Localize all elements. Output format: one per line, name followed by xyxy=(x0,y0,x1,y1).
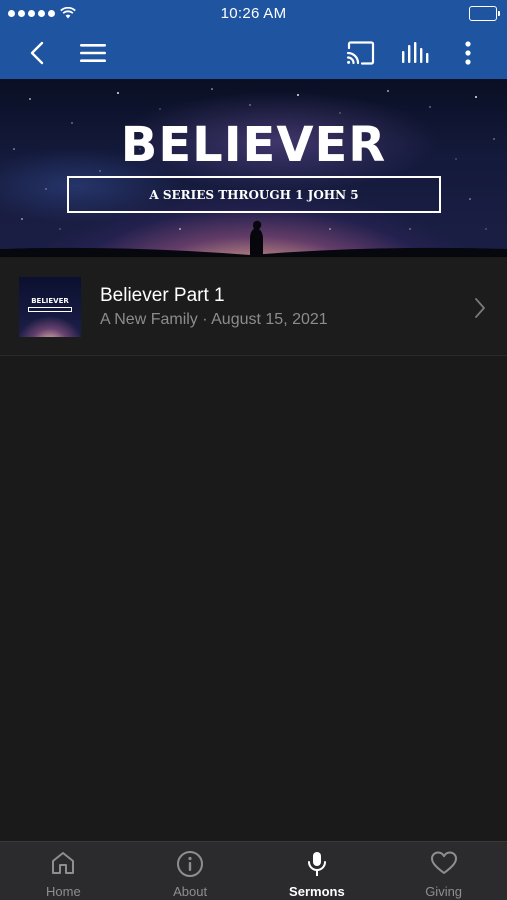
thumbnail-title: BELIEVER xyxy=(31,297,69,305)
status-bar: 10:26 AM xyxy=(0,0,507,27)
sermon-subtitle: A New Family · August 15, 2021 xyxy=(100,311,328,328)
chevron-right-icon xyxy=(475,298,485,318)
sermon-title: Believer Part 1 xyxy=(100,285,225,306)
audio-levels-icon xyxy=(402,42,429,63)
tab-about-label: About xyxy=(173,884,208,899)
more-button[interactable] xyxy=(456,27,480,79)
microphone-icon xyxy=(307,852,326,876)
tab-sermons[interactable]: Sermons xyxy=(254,842,381,900)
more-vertical-icon xyxy=(465,41,471,65)
hamburger-menu-icon xyxy=(80,44,106,62)
heart-icon xyxy=(430,851,457,874)
battery-icon xyxy=(469,6,500,21)
chevron-left-icon xyxy=(30,41,44,65)
tab-home-label: Home xyxy=(46,884,81,899)
tab-giving[interactable]: Giving xyxy=(380,842,507,900)
status-time: 10:26 AM xyxy=(220,5,287,22)
cast-icon xyxy=(346,41,375,65)
cast-button[interactable] xyxy=(344,27,378,79)
tab-home[interactable]: Home xyxy=(0,842,127,900)
tab-giving-label: Giving xyxy=(425,884,463,899)
tab-bar: Home About Sermons Giving xyxy=(0,841,507,900)
nav-bar xyxy=(0,27,507,79)
home-icon xyxy=(52,852,75,874)
back-button[interactable] xyxy=(22,27,52,79)
sermon-thumbnail: BELIEVER xyxy=(19,277,81,337)
series-title: BELIEVER xyxy=(120,117,387,173)
series-banner: BELIEVER A SERIES THROUGH 1 JOHN 5 xyxy=(0,79,507,257)
sermon-list-item[interactable]: BELIEVER xyxy=(0,258,507,356)
menu-button[interactable] xyxy=(77,27,109,79)
audio-button[interactable] xyxy=(398,27,432,79)
tab-sermons-label: Sermons xyxy=(289,884,345,899)
info-icon xyxy=(177,851,204,877)
series-subtitle-box: A SERIES THROUGH 1 JOHN 5 xyxy=(67,176,441,213)
series-subtitle: A SERIES THROUGH 1 JOHN 5 xyxy=(149,187,359,202)
tab-about[interactable]: About xyxy=(127,842,254,900)
thumbnail-subtitle-box xyxy=(28,307,72,312)
